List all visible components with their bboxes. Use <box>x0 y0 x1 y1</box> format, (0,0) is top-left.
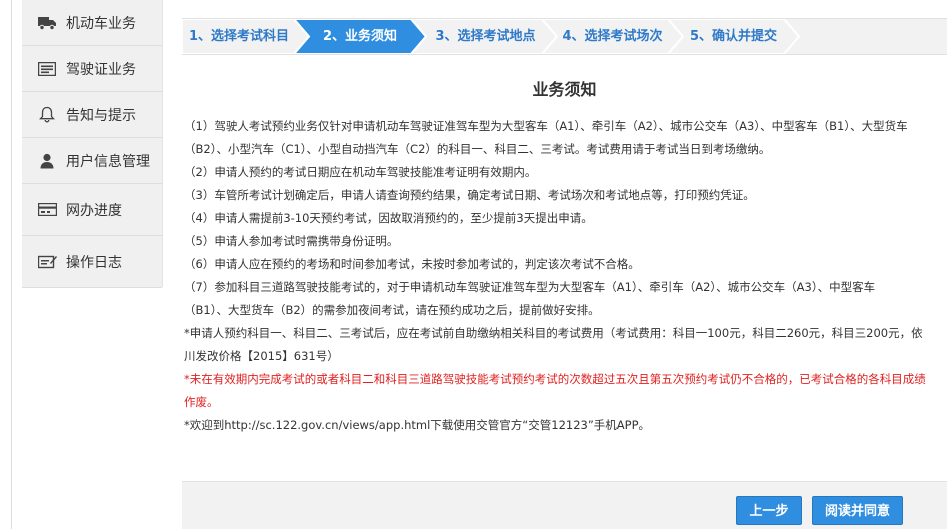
step-business-notice: 2、业务须知 <box>322 29 398 44</box>
notice-warning-line: 作废。 <box>184 395 219 409</box>
notice-title: 业务须知 <box>532 80 597 99</box>
notice-line: （3）车管所考试计划确定后，申请人请查询预约结果，确定考试日期、考试场次和考试地… <box>184 188 755 202</box>
main-panel: 1、选择考试科目 2、业务须知 3、选择考试地点 4、选择考试场次 5、确认并提… <box>182 18 947 529</box>
sidebar: 机动车业务 驾驶证业务 告知与提示 用户信息管理 网办进度 操作日志 <box>22 0 163 288</box>
log-icon <box>36 253 58 271</box>
read-and-agree-button[interactable]: 阅读并同意 <box>812 496 903 525</box>
notice-line: *申请人预约科目一、科目二、三考试后，应在考试前自助缴纳相关科目的考试费用（考试… <box>184 326 923 340</box>
sidebar-item-log[interactable]: 操作日志 <box>22 236 162 288</box>
step-progress-bar: 1、选择考试科目 2、业务须知 3、选择考试地点 4、选择考试场次 5、确认并提… <box>182 18 947 55</box>
bell-icon <box>36 106 58 124</box>
license-card-icon <box>36 60 58 78</box>
sidebar-item-label: 操作日志 <box>66 254 122 271</box>
notice-line: （2）申请人预约的考试日期应在机动车驾驶技能准考证明有效期内。 <box>184 165 537 179</box>
step-select-subject: 1、选择考试科目 <box>188 29 290 44</box>
notice-line: （B1）、大型货车（B2）的需参加夜间考试，请在预约成功之后，提前做好安排。 <box>184 303 600 317</box>
sidebar-item-label: 用户信息管理 <box>66 153 150 170</box>
sidebar-item-label: 网办进度 <box>66 202 122 219</box>
sidebar-item-vehicle[interactable]: 机动车业务 <box>22 0 162 46</box>
sidebar-item-license[interactable]: 驾驶证业务 <box>22 46 162 92</box>
notice-line: 川发改价格【2015】631号） <box>184 349 339 363</box>
progress-card-icon <box>36 201 58 219</box>
page-left-edge <box>0 0 12 529</box>
truck-icon <box>36 14 58 32</box>
notice-line: （5）申请人参加考试时需携带身份证明。 <box>184 234 399 248</box>
sidebar-item-label: 驾驶证业务 <box>66 61 136 78</box>
sidebar-item-user-info[interactable]: 用户信息管理 <box>22 138 162 184</box>
notice-line: （B2）、小型汽车（C1）、小型自动挡汽车（C2）的科目一、科目二、三考试。考试… <box>184 142 771 156</box>
sidebar-item-label: 机动车业务 <box>66 15 136 32</box>
step-select-session: 4、选择考试场次 <box>562 29 663 44</box>
user-icon <box>36 152 58 170</box>
prev-step-button[interactable]: 上一步 <box>736 496 802 525</box>
step-select-location: 3、选择考试地点 <box>435 29 536 44</box>
notice-line: *欢迎到http://sc.122.gov.cn/views/app.html下… <box>184 418 651 432</box>
sidebar-item-label: 告知与提示 <box>66 107 136 124</box>
sidebar-item-notice[interactable]: 告知与提示 <box>22 92 162 138</box>
notice-content: （1）驾驶人考试预约业务仅针对申请机动车驾驶证准驾车型为大型客车（A1）、牵引车… <box>182 115 947 437</box>
notice-line: （4）申请人需提前3-10天预约考试，因故取消预约的，至少提前3天提出申请。 <box>184 211 593 225</box>
step-confirm-submit: 5、确认并提交 <box>689 29 778 44</box>
notice-line: （7）参加科目三道路驾驶技能考试的，对于申请机动车驾驶证准驾车型为大型客车（A1… <box>184 280 876 294</box>
action-footer: 上一步 阅读并同意 <box>182 481 947 529</box>
notice-line: （1）驾驶人考试预约业务仅针对申请机动车驾驶证准驾车型为大型客车（A1）、牵引车… <box>184 119 908 133</box>
notice-warning-line: *未在有效期内完成考试的或者科目二和科目三道路驾驶技能考试预约考试的次数超过五次… <box>184 372 926 386</box>
sidebar-item-progress[interactable]: 网办进度 <box>22 184 162 236</box>
notice-line: （6）申请人应在预约的考场和时间参加考试，未按时参加考试的，判定该次考试不合格。 <box>184 257 640 271</box>
